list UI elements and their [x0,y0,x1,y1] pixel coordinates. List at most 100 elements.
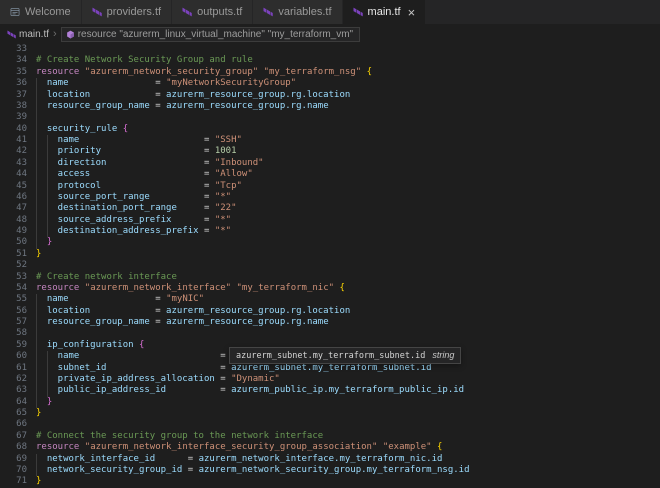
code-line[interactable]: 57 resource_group_name = azurerm_resourc… [0,317,660,328]
breadcrumb-file[interactable]: main.tf [19,29,49,40]
code-line[interactable]: 40 security_rule { [0,124,660,135]
line-number[interactable]: 65 [0,408,27,419]
line-number[interactable]: 68 [0,442,27,453]
line-number[interactable]: 51 [0,249,27,260]
terraform-file-icon [263,7,273,17]
code-line[interactable]: 35 resource "azurerm_network_security_gr… [0,67,660,78]
tab-variables.tf[interactable]: variables.tf [253,0,341,24]
line-number[interactable]: 48 [0,215,27,226]
line-number[interactable]: 67 [0,431,27,442]
code-line[interactable]: 45 protocol = "Tcp" [0,181,660,192]
code-text: ip_configuration { [36,340,144,351]
line-number[interactable]: 71 [0,476,27,487]
code-token: name [36,351,79,361]
code-line[interactable]: 42 priority = 1001 [0,146,660,157]
line-number[interactable]: 60 [0,351,27,362]
line-number[interactable]: 57 [0,317,27,328]
line-number[interactable]: 44 [0,169,27,180]
line-number[interactable]: 64 [0,397,27,408]
code-line[interactable]: 68 resource "azurerm_network_interface_s… [0,442,660,453]
line-number[interactable]: 66 [0,419,27,430]
line-number[interactable]: 45 [0,181,27,192]
line-number[interactable]: 41 [0,135,27,146]
indent-guide [36,135,37,146]
line-number[interactable]: 50 [0,237,27,248]
code-text: location = azurerm_resource_group.rg.loc… [36,90,350,101]
code-line[interactable]: 50 } [0,237,660,248]
line-number[interactable]: 52 [0,260,27,271]
code-line[interactable]: 48 source_address_prefix = "*" [0,215,660,226]
line-number[interactable]: 43 [0,158,27,169]
code-line[interactable]: 67 # Connect the security group to the n… [0,431,660,442]
tab-outputs.tf[interactable]: outputs.tf [172,0,252,24]
code-token: = [101,181,215,191]
code-line[interactable]: 43 direction = "Inbound" [0,158,660,169]
code-line[interactable]: 39 [0,112,660,123]
code-line[interactable]: 38 resource_group_name = azurerm_resourc… [0,101,660,112]
tooltip-type: string [432,350,454,360]
line-number[interactable]: 58 [0,328,27,339]
tab-close-icon[interactable]: × [408,6,416,19]
line-number[interactable]: 70 [0,465,27,476]
line-number[interactable]: 59 [0,340,27,351]
code-line[interactable]: 41 name = "SSH" [0,135,660,146]
line-number[interactable]: 63 [0,385,27,396]
code-line[interactable]: 46 source_port_range = "*" [0,192,660,203]
line-number[interactable]: 37 [0,90,27,101]
line-number[interactable]: 56 [0,306,27,317]
code-token: access [36,169,90,179]
tab-providers.tf[interactable]: providers.tf [82,0,171,24]
code-line[interactable]: 69 network_interface_id = azurerm_networ… [0,454,660,465]
code-line[interactable]: 66 [0,419,660,430]
line-number[interactable]: 54 [0,283,27,294]
tab-main.tf[interactable]: main.tf × [343,0,426,24]
code-line[interactable]: 63 public_ip_address_id = azurerm_public… [0,385,660,396]
code-line[interactable]: 64 } [0,397,660,408]
code-line[interactable]: 36 name = "myNetworkSecurityGroup" [0,78,660,89]
code-line[interactable]: 53 # Create network interface [0,272,660,283]
code-line[interactable]: 33 [0,44,660,55]
code-line[interactable]: 54 resource "azurerm_network_interface" … [0,283,660,294]
line-number[interactable]: 53 [0,272,27,283]
line-number[interactable]: 35 [0,67,27,78]
code-line[interactable]: 55 name = "myNIC" [0,294,660,305]
line-number[interactable]: 55 [0,294,27,305]
code-token: azurerm_network_security_group.my_terraf… [199,465,470,475]
breadcrumb-symbol-box[interactable]: resource "azurerm_linux_virtual_machine"… [61,27,360,42]
code-line[interactable]: 34 # Create Network Security Group and r… [0,55,660,66]
line-number[interactable]: 49 [0,226,27,237]
code-line[interactable]: 52 [0,260,660,271]
code-line[interactable]: 71 } [0,476,660,487]
code-line[interactable]: 58 [0,328,660,339]
code-token: = [106,363,231,373]
code-text: } [36,408,41,419]
indent-guide [36,78,37,89]
line-number[interactable]: 47 [0,203,27,214]
code-line[interactable]: 65 } [0,408,660,419]
breadcrumb-separator: › [53,28,57,40]
code-line[interactable]: 37 location = azurerm_resource_group.rg.… [0,90,660,101]
tab-welcome[interactable]: Welcome [0,0,81,24]
code-line[interactable]: 47 destination_port_range = "22" [0,203,660,214]
line-number[interactable]: 69 [0,454,27,465]
code-token: = [90,169,215,179]
code-line[interactable]: 70 network_security_group_id = azurerm_n… [0,465,660,476]
line-number[interactable]: 34 [0,55,27,66]
line-number[interactable]: 33 [0,44,27,55]
code-line[interactable]: 51 } [0,249,660,260]
line-number[interactable]: 40 [0,124,27,135]
code-token: azurerm_public_ip.my_terraform_public_ip… [231,385,464,395]
line-number[interactable]: 42 [0,146,27,157]
code-line[interactable]: 49 destination_address_prefix = "*" [0,226,660,237]
code-line[interactable]: 61 subnet_id = azurerm_subnet.my_terrafo… [0,363,660,374]
line-number[interactable]: 62 [0,374,27,385]
line-number[interactable]: 61 [0,363,27,374]
line-number[interactable]: 36 [0,78,27,89]
code-editor[interactable]: 33 34 # Create Network Security Group an… [0,44,660,488]
line-number[interactable]: 46 [0,192,27,203]
code-line[interactable]: 56 location = azurerm_resource_group.rg.… [0,306,660,317]
code-line[interactable]: 44 access = "Allow" [0,169,660,180]
line-number[interactable]: 38 [0,101,27,112]
code-line[interactable]: 62 private_ip_address_allocation = "Dyna… [0,374,660,385]
line-number[interactable]: 39 [0,112,27,123]
